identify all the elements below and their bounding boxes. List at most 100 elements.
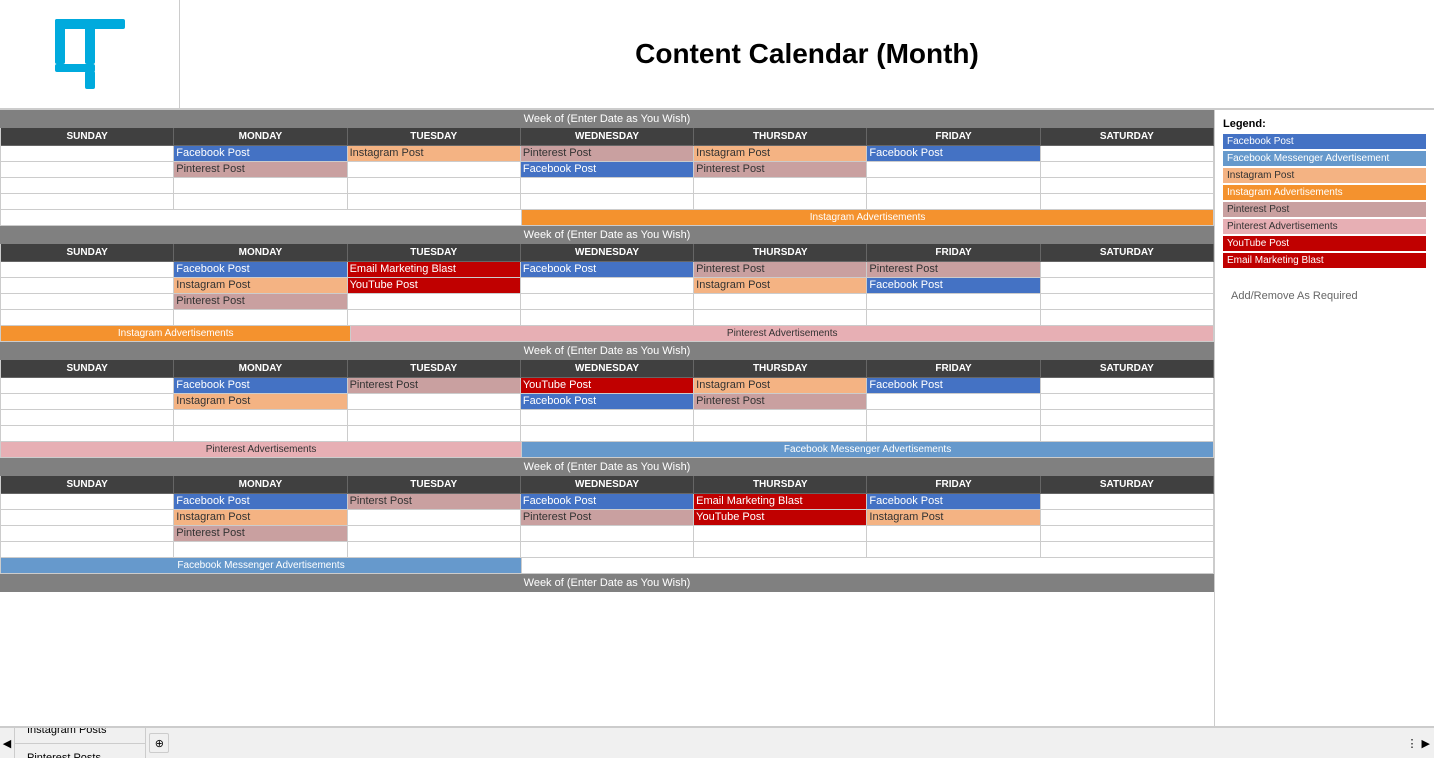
day-cell <box>867 542 1040 558</box>
day-cell: Pinterest Post <box>174 162 347 178</box>
day-header: MONDAY <box>174 476 347 494</box>
day-cell <box>1041 294 1214 310</box>
day-cell <box>521 294 694 310</box>
day-header: FRIDAY <box>867 476 1040 494</box>
tab-scroll-icon[interactable]: ⋮ <box>1407 737 1418 750</box>
day-cell <box>174 426 347 442</box>
day-cell <box>348 394 521 410</box>
day-cell <box>694 410 867 426</box>
day-cell <box>694 542 867 558</box>
day-cell: Pinterest Post <box>521 510 694 526</box>
tab-item[interactable]: Instagram Posts <box>14 726 146 743</box>
legend-item: Email Marketing Blast <box>1223 253 1426 268</box>
day-cell: Facebook Post <box>521 494 694 510</box>
day-cell <box>1 178 174 194</box>
day-cell <box>174 310 347 326</box>
content-row: Pinterest PostFacebook PostPinterest Pos… <box>0 162 1214 178</box>
ad-span: Instagram Advertisements <box>1 326 351 341</box>
legend-item: Pinterest Advertisements <box>1223 219 1426 234</box>
day-cell <box>694 310 867 326</box>
day-cell: Instagram Post <box>694 278 867 294</box>
calendar-container: Week of (Enter Date as You Wish)SUNDAYMO… <box>0 110 1434 726</box>
day-cell <box>1 410 174 426</box>
day-cell <box>867 526 1040 542</box>
ad-row: Pinterest AdvertisementsFacebook Messeng… <box>0 442 1214 458</box>
day-cell <box>867 178 1040 194</box>
day-cell <box>867 410 1040 426</box>
page-header: Content Calendar (Month) <box>0 0 1434 110</box>
add-remove-label: Add/Remove As Required <box>1223 270 1426 322</box>
ad-span: Facebook Messenger Advertisements <box>1 558 522 573</box>
tab-item[interactable]: Pinterest Posts <box>14 743 146 758</box>
content-row: Pinterest Post <box>0 294 1214 310</box>
content-row <box>0 410 1214 426</box>
ad-span <box>522 558 1214 573</box>
day-cell: Pinterest Post <box>694 262 867 278</box>
logo-area <box>0 0 180 108</box>
day-cell: Email Marketing Blast <box>694 494 867 510</box>
day-cell <box>1041 146 1214 162</box>
day-cell <box>1041 162 1214 178</box>
day-cell: Facebook Post <box>174 262 347 278</box>
day-cell <box>348 162 521 178</box>
day-cell <box>1041 494 1214 510</box>
day-cell: Facebook Post <box>521 262 694 278</box>
day-cell <box>1 194 174 210</box>
day-header: SUNDAY <box>1 476 174 494</box>
day-cell <box>1041 378 1214 394</box>
day-cell <box>1 426 174 442</box>
content-row: Instagram Post Pinterest PostYouTube Post… <box>0 510 1214 526</box>
day-cell: Pinterest Post <box>694 162 867 178</box>
day-header: SATURDAY <box>1041 244 1214 262</box>
content-row <box>0 310 1214 326</box>
day-cell: Facebook Post <box>174 146 347 162</box>
day-cell <box>1 378 174 394</box>
content-row: Pinterest Post <box>0 526 1214 542</box>
day-headers-row: SUNDAYMONDAYTUESDAYWEDNESDAYTHURSDAYFRID… <box>0 360 1214 378</box>
day-cell <box>867 162 1040 178</box>
logo-icon <box>50 14 130 94</box>
week5-header: Week of (Enter Date as You Wish) <box>0 574 1214 592</box>
day-cell <box>348 294 521 310</box>
day-cell <box>174 410 347 426</box>
day-cell <box>348 426 521 442</box>
day-cell <box>1041 394 1214 410</box>
week-header: Week of (Enter Date as You Wish) <box>0 226 1214 244</box>
day-header: SUNDAY <box>1 128 174 146</box>
day-cell: Facebook Post <box>867 494 1040 510</box>
day-cell <box>1041 542 1214 558</box>
day-cell: Pinterest Post <box>867 262 1040 278</box>
day-cell <box>521 310 694 326</box>
day-header: MONDAY <box>174 360 347 378</box>
ad-span <box>1 210 522 225</box>
ad-span: Pinterest Advertisements <box>1 442 522 457</box>
content-row <box>0 542 1214 558</box>
day-cell <box>348 526 521 542</box>
tabs-right: ⋮ ▶ <box>1407 737 1434 750</box>
day-cell <box>521 410 694 426</box>
content-row: Facebook PostPinterest PostYouTube PostI… <box>0 378 1214 394</box>
day-cell <box>1 310 174 326</box>
add-tab-button[interactable]: ⊕ <box>149 733 169 753</box>
day-cell: Instagram Post <box>174 510 347 526</box>
day-headers-row: SUNDAYMONDAYTUESDAYWEDNESDAYTHURSDAYFRID… <box>0 244 1214 262</box>
day-cell <box>521 542 694 558</box>
day-cell: Instagram Post <box>694 378 867 394</box>
day-cell <box>1041 526 1214 542</box>
day-cell <box>1 294 174 310</box>
content-row: Facebook PostInstagram PostPinterest Pos… <box>0 146 1214 162</box>
day-cell: Pinterest Post <box>174 294 347 310</box>
day-cell: Facebook Post <box>521 162 694 178</box>
day-cell <box>694 426 867 442</box>
tab-nav-right[interactable]: ▶ <box>1422 737 1430 750</box>
day-header: TUESDAY <box>348 128 521 146</box>
tab-scroll-left[interactable]: ◀ <box>0 737 14 750</box>
day-cell <box>1041 410 1214 426</box>
day-cell: Instagram Post <box>174 394 347 410</box>
content-row <box>0 194 1214 210</box>
day-cell: YouTube Post <box>348 278 521 294</box>
day-cell: Facebook Post <box>867 146 1040 162</box>
day-cell: Facebook Post <box>174 378 347 394</box>
day-cell: YouTube Post <box>694 510 867 526</box>
day-headers-row: SUNDAYMONDAYTUESDAYWEDNESDAYTHURSDAYFRID… <box>0 128 1214 146</box>
